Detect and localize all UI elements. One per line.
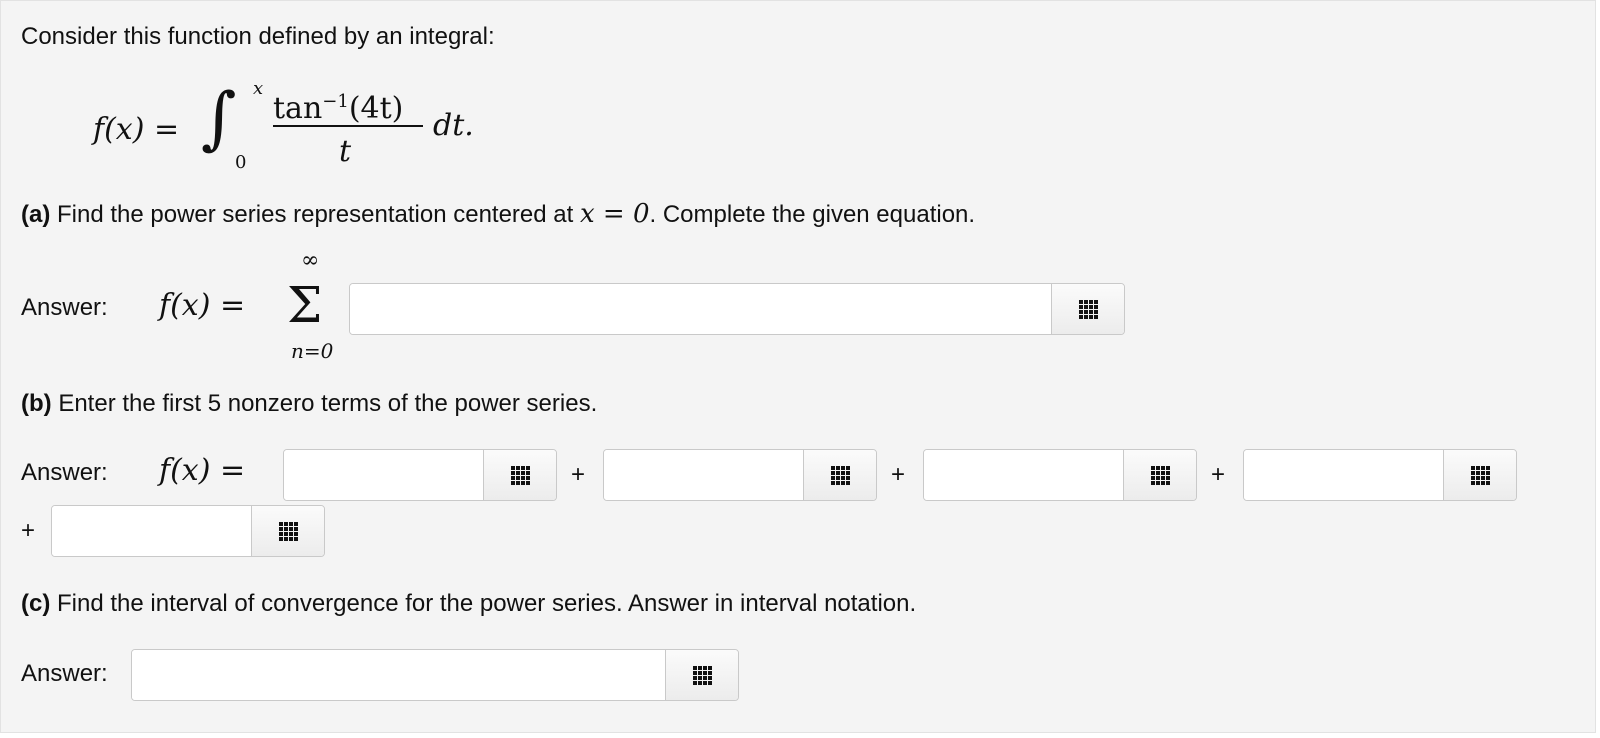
part-c-answer-field — [131, 649, 739, 701]
part-c-keypad-button[interactable] — [665, 650, 738, 700]
plus-sign: + — [21, 517, 36, 544]
part-a-answer-label: Answer: — [21, 294, 108, 321]
part-b-lhs: f(x) = — [159, 453, 246, 488]
part-a-lhs: f(x) = — [159, 288, 246, 323]
term-2-input[interactable] — [604, 450, 803, 500]
term-5-field — [51, 505, 325, 557]
integral-numerator: tan−1(4t) — [273, 85, 403, 126]
sum-lower: n=0 — [291, 339, 334, 363]
intro-text: Consider this function defined by an int… — [21, 23, 495, 50]
term-4-field — [1243, 449, 1517, 501]
part-a-input[interactable] — [350, 284, 1051, 334]
part-a-math: x = 0 — [579, 199, 650, 229]
keypad-grid-icon — [692, 665, 712, 685]
part-b-answer-label: Answer: — [21, 459, 108, 486]
part-a-prompt: (a) Find the power series representation… — [21, 200, 975, 229]
keypad-grid-icon — [1150, 465, 1170, 485]
part-c-text: Find the interval of convergence for the… — [50, 590, 917, 617]
term-1-keypad-button[interactable] — [483, 450, 556, 500]
plus-sign: + — [1211, 461, 1226, 488]
part-a-text-before: Find the power series representation cen… — [50, 201, 580, 228]
term-3-input[interactable] — [924, 450, 1123, 500]
question-panel: Consider this function defined by an int… — [0, 0, 1596, 733]
keypad-grid-icon — [510, 465, 530, 485]
term-1-input[interactable] — [284, 450, 483, 500]
fraction-bar — [273, 125, 423, 127]
integral-upper-limit: x — [253, 78, 264, 99]
part-a-answer-field — [349, 283, 1125, 335]
part-c-input[interactable] — [132, 650, 665, 700]
numerator-tan: tan — [273, 91, 323, 126]
term-2-field — [603, 449, 877, 501]
part-c-prompt: (c) Find the interval of convergence for… — [21, 590, 916, 618]
term-5-keypad-button[interactable] — [251, 506, 324, 556]
term-1-field — [283, 449, 557, 501]
part-b-text: Enter the first 5 nonzero terms of the p… — [51, 390, 598, 417]
sum-upper: ∞ — [301, 248, 320, 273]
part-c-label: (c) — [21, 590, 51, 617]
plus-sign: + — [571, 461, 586, 488]
part-a-text-after: . Complete the given equation. — [649, 201, 976, 228]
integral-sign: ∫ — [201, 79, 237, 158]
term-3-keypad-button[interactable] — [1123, 450, 1196, 500]
numerator-sup: −1 — [322, 91, 349, 112]
part-b-label: (b) — [21, 390, 52, 417]
integral-lhs: f(x) = — [93, 112, 180, 147]
part-a-keypad-button[interactable] — [1051, 284, 1124, 334]
term-4-keypad-button[interactable] — [1443, 450, 1516, 500]
term-4-input[interactable] — [1244, 450, 1443, 500]
numerator-arg: (4t) — [348, 91, 404, 126]
keypad-grid-icon — [1470, 465, 1490, 485]
keypad-grid-icon — [278, 521, 298, 541]
keypad-grid-icon — [1078, 299, 1098, 319]
part-a-label: (a) — [21, 201, 51, 228]
keypad-grid-icon — [830, 465, 850, 485]
plus-sign: + — [891, 461, 906, 488]
term-3-field — [923, 449, 1197, 501]
integral-dt: dt. — [433, 108, 474, 143]
integral-denominator: t — [339, 134, 352, 169]
integral-lower-limit: 0 — [235, 152, 247, 173]
term-5-input[interactable] — [52, 506, 251, 556]
sum-symbol: Σ — [287, 276, 323, 334]
part-c-answer-label: Answer: — [21, 660, 108, 687]
term-2-keypad-button[interactable] — [803, 450, 876, 500]
part-b-prompt: (b) Enter the first 5 nonzero terms of t… — [21, 390, 597, 418]
